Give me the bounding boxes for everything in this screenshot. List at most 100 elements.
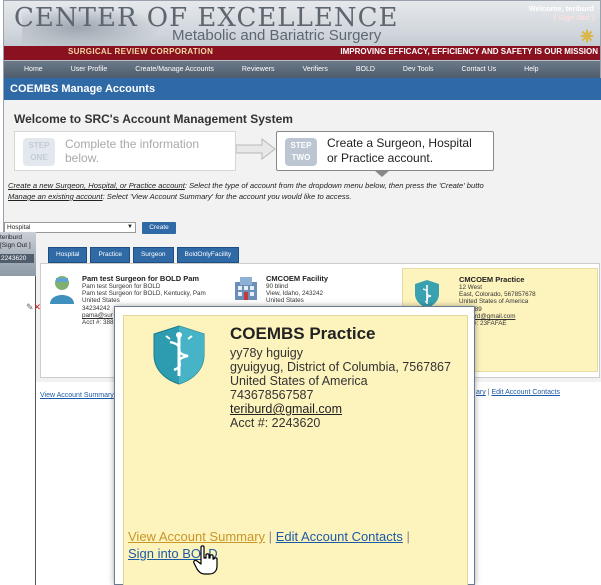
zoomed-card-links: View Account Summary | Edit Account Cont… <box>128 528 410 562</box>
zoomed-card-title: COEMBS Practice <box>230 324 376 343</box>
site-banner: CENTER OF EXCELLENCE Metabolic and Baria… <box>4 1 600 61</box>
step-one-line2: below. <box>65 151 100 165</box>
step-arrow-icon <box>236 138 276 160</box>
link-separator: | <box>268 529 273 544</box>
edit-icon[interactable]: ✎ <box>26 302 34 312</box>
tab-practice[interactable]: Practice <box>90 247 130 263</box>
step-one-badge-top: STEP <box>28 141 50 150</box>
fragment-actions: ✎✕ <box>26 302 41 313</box>
instructions-manage-em: Manage an existing account <box>8 192 103 201</box>
sign-out-link[interactable]: [ Sign Out ] <box>529 13 594 22</box>
practice-card-title: CMCOEM Practice <box>459 275 525 284</box>
step-two-box: STEP TWO Create a Surgeon, Hospital or P… <box>276 131 494 171</box>
welcome-text: Welcome, teriburd <box>528 4 594 13</box>
zoomed-line: gyuigyug, District of Columbia, 7567867 <box>230 360 451 374</box>
view-account-summary-link[interactable]: View Account Summary <box>128 529 265 544</box>
step-one-box: STEP ONE Complete the information below. <box>14 131 236 171</box>
practice-view-summary-link[interactable]: ary <box>476 389 486 396</box>
zoomed-line: yy78y hguigy <box>230 346 303 360</box>
instructions-create-text: : Select the type of account from the dr… <box>184 181 484 190</box>
step-two-badge-top: STEP <box>290 141 312 150</box>
fragment-user-box: teriburd [Sign Out ] <box>0 234 31 250</box>
step-one-line1: Complete the information <box>65 137 200 151</box>
surgeon-card-title: Pam test Surgeon for BOLD Pam <box>82 274 200 283</box>
step-two-line2: or Practice account. <box>327 151 434 165</box>
tab-hospital[interactable]: Hospital <box>48 247 88 263</box>
instructions-line2: Manage an existing account: Select 'View… <box>8 191 601 202</box>
fragment-account-id: 2243620 <box>0 254 34 263</box>
close-icon[interactable]: ✕ <box>34 302 42 312</box>
surgeon-line: Pam test Surgeon for BOLD, Kentucky, Pam <box>82 290 206 298</box>
practice-line: 12 West <box>459 284 482 291</box>
zoomed-acct: Acct #: 2243620 <box>230 416 321 430</box>
practice-line: East, Colorado, 567857678 <box>459 291 536 299</box>
facility-card-title: CMCOEM Facility <box>266 274 329 283</box>
zoomed-email-link[interactable]: teriburd@gmail.com <box>230 402 342 416</box>
tab-bold-only-facility[interactable]: BoldOnlyFacility <box>176 247 240 263</box>
zoomed-line: 743678567587 <box>230 388 314 402</box>
main-nav: Home User Profile Create/Manage Accounts… <box>4 61 600 78</box>
page-title: COEMBS Manage Accounts <box>4 78 601 100</box>
account-tabs: Hospital Practice Surgeon BoldOnlyFacili… <box>44 247 600 263</box>
zoomed-links-row1: View Account Summary | Edit Account Cont… <box>128 528 410 545</box>
practice-card-links: ary | Edit Account Contacts <box>476 389 560 396</box>
step-two-badge-bottom: TWO <box>291 153 311 162</box>
edit-account-contacts-link[interactable]: Edit Account Contacts <box>276 529 403 544</box>
chevron-down-icon: ▼ <box>127 224 133 230</box>
facility-line: View, Idaho, 243242 <box>266 290 323 298</box>
nav-create-manage-accounts[interactable]: Create/Manage Accounts <box>121 66 228 73</box>
corp-name: SURGICAL REVIEW CORPORATION <box>68 47 214 56</box>
facility-line: 90 blind <box>266 283 289 290</box>
fragment-sign-out-link[interactable]: [Sign Out ] <box>0 242 31 250</box>
practice-edit-contacts-link[interactable]: Edit Account Contacts <box>491 389 559 396</box>
corp-bar: SURGICAL REVIEW CORPORATION IMPROVING EF… <box>4 46 600 60</box>
hospital-building-icon <box>235 277 257 300</box>
gear-icon <box>580 29 594 43</box>
site-logo-subtitle: Metabolic and Bariatric Surgery <box>172 27 382 44</box>
facility-card-lines: 90 blind View, Idaho, 243242 United Stat… <box>266 283 328 305</box>
facility-card-body: CMCOEM Facility 90 blind View, Idaho, 24… <box>266 274 328 305</box>
step-two-line1: Create a Surgeon, Hospital <box>327 136 472 150</box>
mission-tagline: IMPROVING EFFICACY, EFFICIENCY AND SAFET… <box>340 47 598 56</box>
caduceus-shield-icon <box>153 325 205 385</box>
instructions-create-em: Create a new Surgeon, Hospital, or Pract… <box>8 181 185 190</box>
link-separator: | <box>487 389 490 396</box>
surgeon-line: United States <box>82 297 120 305</box>
fragment-username: teriburd <box>0 234 23 241</box>
step-two-badge: STEP TWO <box>285 138 317 166</box>
caduceus-shield-icon <box>415 280 439 308</box>
instructions-manage-text: : Select 'View Account Summary' for the … <box>102 192 352 201</box>
welcome-box: Welcome, teriburd [ Sign Out ] <box>529 4 594 22</box>
nav-user-profile[interactable]: User Profile <box>57 66 122 73</box>
background-window-fragment: teriburd [Sign Out ] 2243620 ✎✕ <box>0 232 41 585</box>
zoomed-line: United States of America <box>230 374 368 388</box>
tab-surgeon[interactable]: Surgeon <box>132 247 174 263</box>
hand-cursor-icon <box>193 545 218 575</box>
instructions-line1: Create a new Surgeon, Hospital, or Pract… <box>8 180 601 191</box>
zoomed-links-row2: Sign into BOLD <box>128 545 410 562</box>
nav-dev-tools[interactable]: Dev Tools <box>389 66 448 73</box>
step-two-pointer <box>374 170 390 177</box>
nav-home[interactable]: Home <box>4 66 57 73</box>
account-type-value: Hospital <box>7 224 31 231</box>
step-one-badge-bottom: ONE <box>30 153 48 162</box>
nav-verifiers[interactable]: Verifiers <box>289 66 342 73</box>
step-one-text: Complete the information below. <box>65 137 199 165</box>
nav-help[interactable]: Help <box>510 66 552 73</box>
zoomed-card-body: COEMBS Practice yy78y hguigy gyuigyug, D… <box>123 315 468 585</box>
step-two-text: Create a Surgeon, Hospital or Practice a… <box>327 136 472 166</box>
nav-bold[interactable]: BOLD <box>342 66 389 73</box>
instructions: Create a new Surgeon, Hospital, or Pract… <box>8 180 601 202</box>
welcome-heading: Welcome to SRC's Account Management Syst… <box>14 112 293 126</box>
nav-reviewers[interactable]: Reviewers <box>228 66 289 73</box>
nav-contact-us[interactable]: Contact Us <box>448 66 511 73</box>
step-one-badge: STEP ONE <box>23 138 55 166</box>
create-button[interactable]: Create <box>142 222 176 234</box>
zoomed-practice-card: COEMBS Practice yy78y hguigy gyuigyug, D… <box>114 306 475 585</box>
link-separator: | <box>406 529 410 544</box>
surgeon-line: Pam test Surgeon for BOLD <box>82 283 161 290</box>
practice-line: United States of America <box>459 298 529 306</box>
surgeon-avatar-icon <box>50 276 74 304</box>
facility-line: United States <box>266 297 304 305</box>
surgeon-view-summary-link[interactable]: View Account Summary <box>40 392 114 399</box>
